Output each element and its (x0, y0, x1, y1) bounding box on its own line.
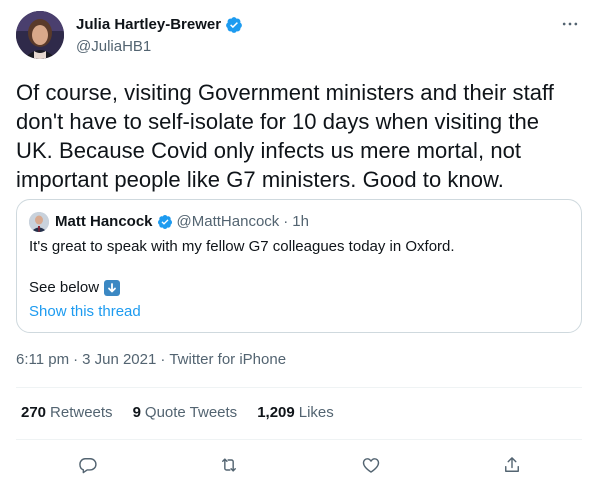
tweet-card: Julia Hartley-Brewer @JuliaHB1 Of course… (0, 0, 598, 487)
tweet-date[interactable]: 3 Jun 2021 (82, 350, 156, 370)
likes-stat[interactable]: 1,209 Likes (257, 403, 334, 423)
quoted-timestamp: 1h (292, 213, 309, 230)
quoted-tweet[interactable]: Matt Hancock @MattHancock · 1h It's grea… (16, 199, 582, 333)
quote-tweets-stat[interactable]: 9 Quote Tweets (133, 403, 238, 423)
quoted-verified-badge-icon (157, 214, 173, 230)
show-thread-link[interactable]: Show this thread (29, 302, 141, 322)
retweet-icon[interactable] (214, 450, 244, 480)
see-below-label: See below (29, 279, 100, 296)
likes-label: Likes (298, 404, 334, 421)
divider-top (16, 387, 582, 388)
reply-icon[interactable] (73, 450, 103, 480)
quoted-header: Matt Hancock @MattHancock · 1h (55, 212, 309, 232)
quoted-author-name: Matt Hancock (55, 213, 153, 230)
tweet-meta: 6:11 pm · 3 Jun 2021 · Twitter for iPhon… (16, 350, 286, 370)
share-icon[interactable] (497, 450, 527, 480)
tweet-source[interactable]: Twitter for iPhone (169, 350, 286, 370)
heart-icon[interactable] (356, 450, 386, 480)
tweet-text: Of course, visiting Government ministers… (16, 80, 554, 192)
retweets-label: Retweets (50, 404, 113, 421)
tweet-time[interactable]: 6:11 pm (16, 350, 69, 370)
author-name-row[interactable]: Julia Hartley-Brewer (76, 15, 243, 35)
quoted-author-avatar (29, 212, 49, 232)
retweets-stat[interactable]: 270 Retweets (21, 403, 113, 423)
tweet-actions (16, 450, 582, 480)
quote-tweets-label: Quote Tweets (144, 404, 238, 421)
likes-count: 1,209 (257, 404, 295, 421)
divider-bottom (16, 439, 582, 440)
down-arrow-emoji-icon (104, 280, 121, 296)
quoted-text: It's great to speak with my fellow G7 co… (29, 238, 455, 255)
tweet-stats: 270 Retweets 9 Quote Tweets 1,209 Likes (21, 403, 334, 423)
author-avatar[interactable] (16, 11, 64, 59)
quoted-see-below: See below (29, 278, 121, 298)
retweets-count: 270 (21, 404, 47, 421)
quoted-author-handle: @MattHancock (176, 213, 280, 230)
more-options-icon[interactable] (558, 12, 582, 36)
author-handle[interactable]: @JuliaHB1 (76, 37, 151, 57)
meta-separator: · (160, 351, 166, 368)
quote-tweets-count: 9 (132, 404, 141, 421)
author-name[interactable]: Julia Hartley-Brewer (76, 15, 221, 35)
meta-separator: · (73, 351, 79, 368)
quoted-separator: · (283, 213, 289, 230)
verified-badge-icon (225, 16, 243, 34)
